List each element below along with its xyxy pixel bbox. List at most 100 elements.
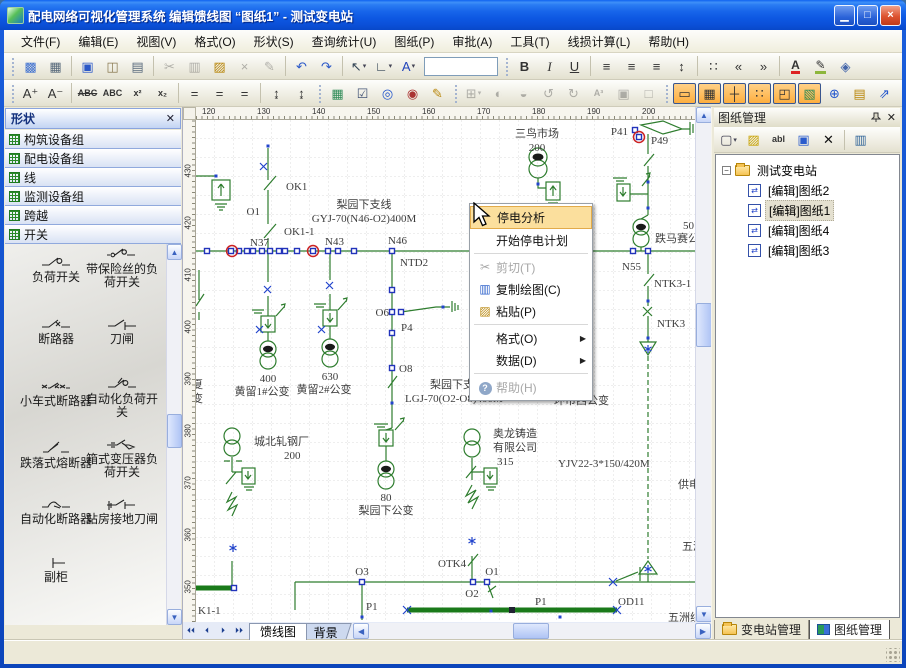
font-name-input[interactable] (425, 59, 497, 74)
delete-icon[interactable]: × (233, 56, 256, 77)
tree-root-substation[interactable]: −测试变电站 (722, 161, 820, 179)
tree-item-sheet[interactable]: ⇄[编辑]图纸2 (748, 181, 832, 199)
stencil-item-box-transformer-load-switch[interactable]: 箱式变压器负荷开关 (83, 437, 161, 479)
text-tool-icon[interactable]: A▾ (397, 56, 420, 77)
shape-group-5[interactable]: 跨越 (5, 206, 181, 225)
vertical-scrollbar[interactable]: ▲ ▼ (695, 107, 711, 622)
send-to-back-icon[interactable]: □ (637, 83, 660, 104)
font-color-icon[interactable]: A (784, 56, 807, 77)
shape-group-1[interactable]: 构筑设备组 (5, 130, 181, 149)
delete-sheet-icon[interactable]: ✕ (817, 129, 840, 150)
horizontal-scrollbar[interactable]: ◀ ▶ (353, 623, 711, 639)
first-page-icon[interactable]: ⏴⏴ (183, 623, 199, 639)
drawing-viewport[interactable]: 三鸟市场200P41P49OK1O1OK1-1N37N43N46梨园下支线GYJ… (196, 120, 695, 622)
text-align-bottom-icon[interactable]: = (183, 83, 206, 104)
print-icon[interactable]: ▤ (126, 56, 149, 77)
context-menu-item-data[interactable]: 数据(D)▶ (470, 349, 592, 371)
scroll-thumb[interactable] (696, 303, 712, 347)
superscript-icon[interactable]: x² (126, 83, 149, 104)
last-page-icon[interactable]: ⏵⏵ (231, 623, 247, 639)
cut-icon[interactable]: ✂ (158, 56, 181, 77)
scroll-down-icon[interactable]: ▼ (696, 606, 712, 622)
strikethrough-icon[interactable]: ABC (76, 83, 99, 104)
shape-group-6[interactable]: 开关 (5, 225, 181, 244)
paste-icon[interactable]: ▨ (208, 56, 231, 77)
indent-icon[interactable]: » (752, 56, 775, 77)
context-menu-item-paste[interactable]: ▨粘贴(P) (470, 300, 592, 322)
rotate-left-icon[interactable]: ↺ (537, 83, 560, 104)
menu-item-p[interactable]: 图纸(P) (385, 30, 443, 53)
menu-item-f[interactable]: 文件(F) (12, 30, 69, 53)
scroll-right-icon[interactable]: ▶ (695, 623, 711, 639)
panel-tab-substation-manager[interactable]: 变电站管理 (714, 620, 809, 640)
font-increase-icon[interactable]: A⁺ (19, 83, 42, 104)
line-spacing-increase-icon[interactable]: ↨ (290, 83, 313, 104)
context-menu-item-help[interactable]: ?帮助(H) (470, 376, 592, 398)
prev-page-icon[interactable]: ⏴ (199, 623, 215, 639)
redo-icon[interactable]: ↷ (315, 56, 338, 77)
font-decrease-icon[interactable]: A⁻ (44, 83, 67, 104)
check-drawing-icon[interactable]: ☑ (351, 83, 374, 104)
menu-item-e[interactable]: 编辑(E) (69, 30, 127, 53)
format-painter-icon[interactable]: ✎ (258, 56, 281, 77)
bring-to-front-icon[interactable]: ▣ (612, 83, 635, 104)
connector-tool-icon[interactable]: ∟▾ (372, 56, 395, 77)
tree-item-sheet[interactable]: ⇄[编辑]图纸3 (748, 241, 832, 259)
shape-text-size-icon[interactable]: A³ (587, 83, 610, 104)
shape-properties-icon[interactable]: ▤ (848, 83, 871, 104)
menu-item-s[interactable]: 形状(S) (245, 30, 303, 53)
shape-group-3[interactable]: 线 (5, 168, 181, 187)
shapes-close-icon[interactable]: ✕ (166, 112, 175, 125)
toggle-guides-icon[interactable]: ┼ (723, 83, 746, 104)
undo-icon[interactable]: ↶ (290, 56, 313, 77)
flip-vertical-icon[interactable]: ◒ (512, 83, 535, 104)
new-drawing-icon[interactable]: ▩ (19, 56, 42, 77)
abc-style-icon[interactable]: ABC (101, 83, 124, 104)
menu-item-o[interactable]: 格式(O) (185, 30, 244, 53)
align-right-icon[interactable]: ≡ (645, 56, 668, 77)
menu-item-l[interactable]: 线损计算(L) (559, 30, 640, 53)
toggle-connection-points-icon[interactable]: ∷ (748, 83, 771, 104)
menu-item-a[interactable]: 审批(A) (443, 30, 501, 53)
find-shape-icon[interactable]: ◎ (376, 83, 399, 104)
shape-group-4[interactable]: 监测设备组 (5, 187, 181, 206)
font-name-combo[interactable] (424, 57, 498, 76)
drawing-explorer-icon[interactable]: ▧ (798, 83, 821, 104)
context-menu-item-format[interactable]: 格式(O)▶ (470, 327, 592, 349)
subscript-icon[interactable]: x₂ (151, 83, 174, 104)
new-sheet-icon[interactable]: ▢▾ (717, 129, 740, 150)
menu-item-u[interactable]: 查询统计(U) (303, 30, 386, 53)
context-menu-item-copy-drawing[interactable]: ▥复制绘图(C) (470, 278, 592, 300)
close-button[interactable]: × (880, 5, 901, 26)
text-align-top-icon[interactable]: = (233, 83, 256, 104)
rename-sheet-icon[interactable]: abl (767, 129, 790, 150)
table-tool-icon[interactable]: ▦ (44, 56, 67, 77)
copy-icon[interactable]: ▥ (183, 56, 206, 77)
maximize-button[interactable]: □ (857, 5, 878, 26)
stencil-item-knife-switch[interactable]: 刀闸 (83, 317, 161, 346)
shapes-scrollbar[interactable]: ▲ ▼ (166, 244, 181, 625)
scroll-thumb[interactable] (167, 414, 182, 448)
page-tab-feeder[interactable]: 馈线图 (249, 623, 307, 640)
feeder-diagram[interactable]: 三鸟市场200P41P49OK1O1OK1-1N37N43N46梨园下支线GYJ… (196, 120, 695, 622)
page-tab-background[interactable]: 背景 (300, 623, 352, 640)
underline-icon[interactable]: U (563, 56, 586, 77)
tree-item-sheet[interactable]: ⇄[编辑]图纸1 (748, 201, 834, 219)
stencil-item-aux-cabinet[interactable]: 副柜 (17, 555, 95, 584)
pointer-tool-icon[interactable]: ↖▾ (347, 56, 370, 77)
flip-horizontal-icon[interactable]: ◐ (487, 83, 510, 104)
menu-item-v[interactable]: 视图(V) (127, 30, 185, 53)
scroll-left-icon[interactable]: ◀ (353, 623, 369, 639)
fill-color-icon[interactable]: ◈ (834, 56, 857, 77)
sheets-close-icon[interactable]: ✕ (887, 111, 896, 124)
tree-collapse-icon[interactable]: − (722, 166, 731, 175)
minimize-button[interactable]: ▁ (834, 5, 855, 26)
toggle-page-breaks-icon[interactable]: ◰ (773, 83, 796, 104)
scroll-up-icon[interactable]: ▲ (696, 107, 712, 123)
outdent-icon[interactable]: « (727, 56, 750, 77)
page-preview-icon[interactable]: ◫ (101, 56, 124, 77)
pan-zoom-icon[interactable]: ⊕ (823, 83, 846, 104)
context-menu-item-start-outage-plan[interactable]: 开始停电计划 (470, 229, 592, 251)
menu-item-h[interactable]: 帮助(H) (639, 30, 698, 53)
stamp-icon[interactable]: ◉ (401, 83, 424, 104)
